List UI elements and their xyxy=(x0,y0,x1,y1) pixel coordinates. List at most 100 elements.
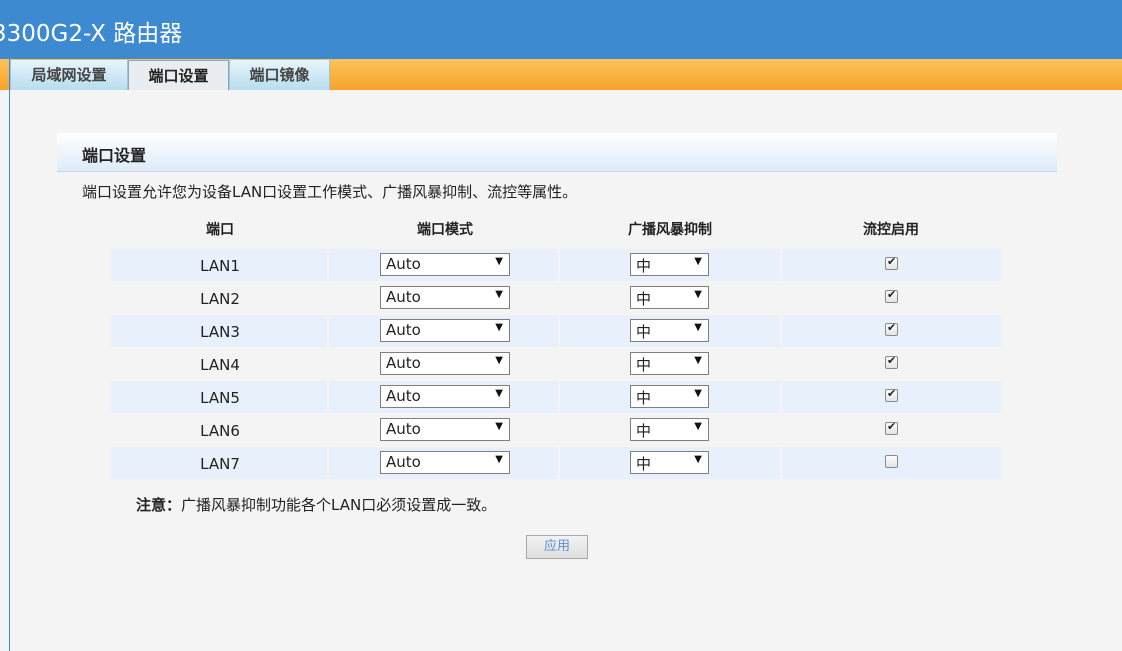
flow-control-checkbox[interactable]: ✔ xyxy=(885,354,898,369)
port-cell: LAN2 xyxy=(111,282,327,314)
port-mode-value: Auto xyxy=(386,321,421,339)
table-row: LAN4 Auto ▼ 中 ▼ ✔ xyxy=(111,348,1001,380)
triangle-down-icon: ▼ xyxy=(495,322,503,333)
storm-cell: 中 ▼ xyxy=(560,447,780,479)
note-label: 注意： xyxy=(136,496,182,514)
column-header-port: 端口 xyxy=(206,222,234,238)
note-text: 广播风暴抑制功能各个LAN口必须设置成一致。 xyxy=(181,496,497,514)
storm-suppression-select[interactable]: 中 ▼ xyxy=(630,319,709,342)
port-cell: LAN6 xyxy=(111,414,327,446)
flow-cell: ✔ xyxy=(782,249,1001,281)
triangle-down-icon: ▼ xyxy=(694,322,702,333)
port-mode-value: Auto xyxy=(386,255,421,273)
port-mode-value: Auto xyxy=(386,420,421,438)
column-header-storm-suppression: 广播风暴抑制 xyxy=(628,222,712,238)
port-mode-select[interactable]: Auto ▼ xyxy=(380,319,510,342)
tab-port-mirroring[interactable]: 端口镜像 xyxy=(229,60,330,90)
section-header: 端口设置 xyxy=(57,133,1057,172)
section-title: 端口设置 xyxy=(82,146,147,165)
port-cell: LAN7 xyxy=(111,447,327,479)
storm-cell: 中 ▼ xyxy=(560,282,780,314)
port-cell: LAN1 xyxy=(111,249,327,281)
triangle-down-icon: ▼ xyxy=(495,256,503,267)
storm-suppression-value: 中 xyxy=(636,290,652,308)
port-name: LAN2 xyxy=(200,290,240,308)
mode-cell: Auto ▼ xyxy=(329,282,558,314)
storm-suppression-select[interactable]: 中 ▼ xyxy=(630,352,709,375)
flow-control-checkbox[interactable]: ✔ xyxy=(885,387,898,402)
storm-suppression-value: 中 xyxy=(636,389,652,407)
storm-cell: 中 ▼ xyxy=(560,414,780,446)
flow-cell: ✔ xyxy=(782,381,1001,413)
table-row: LAN3 Auto ▼ 中 ▼ ✔ xyxy=(111,315,1001,347)
checkmark-icon: ✔ xyxy=(887,321,897,334)
storm-suppression-select[interactable]: 中 ▼ xyxy=(630,385,709,408)
mode-cell: Auto ▼ xyxy=(329,249,558,281)
flow-control-checkbox[interactable]: ✔ xyxy=(885,420,898,435)
port-mode-select[interactable]: Auto ▼ xyxy=(380,451,510,474)
mode-cell: Auto ▼ xyxy=(329,447,558,479)
port-mode-select[interactable]: Auto ▼ xyxy=(380,385,510,408)
checkmark-icon: ✔ xyxy=(887,420,897,433)
triangle-down-icon: ▼ xyxy=(694,289,702,300)
storm-cell: 中 ▼ xyxy=(560,348,780,380)
port-name: LAN5 xyxy=(200,389,240,407)
storm-suppression-select[interactable]: 中 ▼ xyxy=(630,286,709,309)
storm-cell: 中 ▼ xyxy=(560,249,780,281)
triangle-down-icon: ▼ xyxy=(495,289,503,300)
flow-control-checkbox[interactable] xyxy=(885,455,898,468)
port-name: LAN6 xyxy=(200,422,240,440)
triangle-down-icon: ▼ xyxy=(495,454,503,465)
triangle-down-icon: ▼ xyxy=(495,355,503,366)
port-mode-value: Auto xyxy=(386,354,421,372)
apply-button[interactable]: 应用 xyxy=(526,535,588,559)
tab-lan-settings[interactable]: 局域网设置 xyxy=(10,60,128,90)
triangle-down-icon: ▼ xyxy=(495,421,503,432)
storm-suppression-select[interactable]: 中 ▼ xyxy=(630,451,709,474)
flow-control-checkbox[interactable]: ✔ xyxy=(885,321,898,336)
storm-suppression-value: 中 xyxy=(636,257,652,275)
triangle-down-icon: ▼ xyxy=(495,388,503,399)
port-name: LAN3 xyxy=(200,323,240,341)
port-mode-value: Auto xyxy=(386,387,421,405)
port-mode-select[interactable]: Auto ▼ xyxy=(380,286,510,309)
section-description: 端口设置允许您为设备LAN口设置工作模式、广播风暴抑制、流控等属性。 xyxy=(82,183,578,201)
port-mode-select[interactable]: Auto ▼ xyxy=(380,253,510,276)
port-cell: LAN4 xyxy=(111,348,327,380)
mode-cell: Auto ▼ xyxy=(329,381,558,413)
flow-cell: ✔ xyxy=(782,282,1001,314)
port-name: LAN1 xyxy=(200,257,240,275)
note: 注意：广播风暴抑制功能各个LAN口必须设置成一致。 xyxy=(136,494,496,515)
tab-port-settings[interactable]: 端口设置 xyxy=(128,60,229,90)
storm-cell: 中 ▼ xyxy=(560,315,780,347)
triangle-down-icon: ▼ xyxy=(694,355,702,366)
mode-cell: Auto ▼ xyxy=(329,315,558,347)
table-row: LAN6 Auto ▼ 中 ▼ ✔ xyxy=(111,414,1001,446)
flow-cell: ✔ xyxy=(782,348,1001,380)
table-row: LAN7 Auto ▼ 中 ▼ xyxy=(111,447,1001,479)
storm-suppression-select[interactable]: 中 ▼ xyxy=(630,418,709,441)
checkmark-icon: ✔ xyxy=(887,354,897,367)
port-mode-value: Auto xyxy=(386,288,421,306)
table-row: LAN5 Auto ▼ 中 ▼ ✔ xyxy=(111,381,1001,413)
mode-cell: Auto ▼ xyxy=(329,414,558,446)
flow-control-checkbox[interactable]: ✔ xyxy=(885,255,898,270)
table-row: LAN2 Auto ▼ 中 ▼ ✔ xyxy=(111,282,1001,314)
port-mode-select[interactable]: Auto ▼ xyxy=(380,352,510,375)
table-row: LAN1 Auto ▼ 中 ▼ ✔ xyxy=(111,249,1001,281)
checkmark-icon: ✔ xyxy=(887,255,897,268)
mode-cell: Auto ▼ xyxy=(329,348,558,380)
port-name: LAN4 xyxy=(200,356,240,374)
port-mode-value: Auto xyxy=(386,453,421,471)
triangle-down-icon: ▼ xyxy=(694,421,702,432)
flow-cell: ✔ xyxy=(782,315,1001,347)
flow-cell: ✔ xyxy=(782,414,1001,446)
port-cell: LAN5 xyxy=(111,381,327,413)
flow-control-checkbox[interactable]: ✔ xyxy=(885,288,898,303)
port-mode-select[interactable]: Auto ▼ xyxy=(380,418,510,441)
left-border xyxy=(9,59,10,651)
storm-suppression-value: 中 xyxy=(636,455,652,473)
storm-suppression-select[interactable]: 中 ▼ xyxy=(630,253,709,276)
column-header-port-mode: 端口模式 xyxy=(417,222,473,238)
checkmark-icon: ✔ xyxy=(887,288,897,301)
